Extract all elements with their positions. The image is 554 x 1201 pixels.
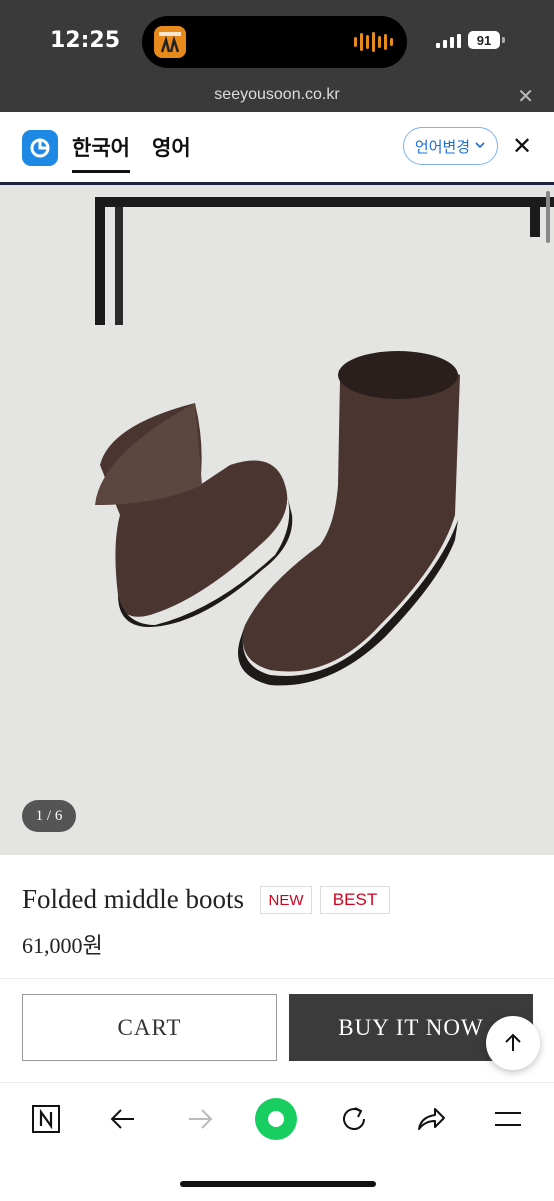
arrow-up-icon bbox=[505, 1033, 521, 1051]
product-image[interactable] bbox=[0, 182, 554, 855]
menu-icon[interactable] bbox=[486, 1097, 530, 1141]
now-playing-app-icon bbox=[154, 26, 186, 58]
badge-new: NEW bbox=[260, 886, 312, 914]
divider bbox=[0, 978, 554, 979]
tab-korean[interactable]: 한국어 bbox=[72, 132, 130, 173]
green-dot-icon[interactable] bbox=[254, 1097, 298, 1141]
cart-button[interactable]: CART bbox=[22, 994, 277, 1061]
home-indicator bbox=[180, 1181, 376, 1187]
chevron-down-icon bbox=[474, 137, 486, 155]
close-icon[interactable]: ✕ bbox=[517, 84, 534, 109]
status-bar: 12:25 91 bbox=[0, 0, 554, 80]
translate-logo-icon bbox=[22, 130, 58, 166]
scroll-to-top-button[interactable] bbox=[486, 1016, 540, 1070]
battery-tip-icon bbox=[502, 37, 505, 43]
badge-best: BEST bbox=[320, 886, 390, 914]
language-change-label: 언어변경 bbox=[414, 137, 471, 156]
back-arrow-icon[interactable] bbox=[101, 1097, 145, 1141]
product-price: 61,000원 bbox=[22, 933, 103, 958]
cellular-signal-icon bbox=[436, 34, 461, 48]
refresh-icon[interactable] bbox=[332, 1097, 376, 1141]
forward-arrow-icon[interactable] bbox=[178, 1097, 222, 1141]
scroll-indicator bbox=[546, 191, 550, 243]
image-counter: 1 / 6 bbox=[22, 800, 76, 832]
naver-n-icon[interactable] bbox=[24, 1097, 68, 1141]
status-time: 12:25 bbox=[50, 28, 121, 53]
language-change-button[interactable]: 언어변경 bbox=[403, 127, 498, 165]
product-name: Folded middle boots bbox=[22, 884, 244, 914]
url-text[interactable]: seeyousoon.co.kr bbox=[0, 86, 554, 104]
browser-url-bar[interactable]: seeyousoon.co.kr ✕ bbox=[0, 80, 554, 112]
share-icon[interactable] bbox=[409, 1097, 453, 1141]
battery-indicator: 91 bbox=[468, 31, 500, 49]
dynamic-island[interactable] bbox=[142, 16, 407, 68]
translate-bar: 한국어 영어 언어변경 ✕ bbox=[0, 112, 554, 182]
tab-english[interactable]: 영어 bbox=[152, 132, 191, 162]
boots-photo-illustration bbox=[0, 185, 554, 855]
audio-waveform-icon bbox=[354, 32, 393, 52]
translate-close-icon[interactable]: ✕ bbox=[512, 132, 532, 161]
